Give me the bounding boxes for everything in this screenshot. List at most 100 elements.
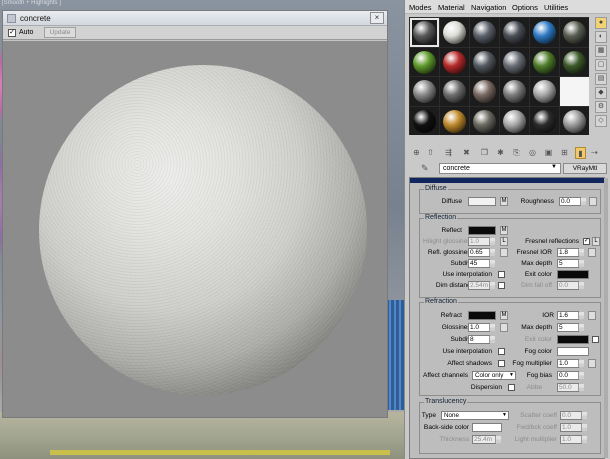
preview-render-area[interactable]: [3, 41, 387, 417]
chevron-down-icon[interactable]: ▼: [551, 164, 557, 170]
material-slot[interactable]: [440, 77, 469, 106]
refr-exit-color-swatch[interactable]: [557, 335, 589, 344]
fog-bias-spinner[interactable]: 0.0: [557, 371, 584, 380]
go-forward-to-sibling-icon[interactable]: ⇢: [589, 147, 600, 159]
put-to-library-icon[interactable]: ⎘: [511, 147, 522, 159]
refl-max-depth-spinner[interactable]: 5: [557, 259, 584, 268]
material-slot[interactable]: [560, 77, 589, 106]
material-slot[interactable]: [470, 18, 499, 47]
material-slot[interactable]: [410, 47, 439, 76]
menu-material[interactable]: Material: [438, 3, 465, 12]
show-end-result-icon[interactable]: ⊞: [559, 147, 570, 159]
material-slot[interactable]: [440, 47, 469, 76]
material-slot[interactable]: [500, 47, 529, 76]
abbe-spinner[interactable]: 50.0: [557, 383, 584, 392]
fresnel-lock-button[interactable]: L: [592, 237, 600, 246]
make-preview-icon[interactable]: ◆: [595, 87, 607, 99]
fresnel-reflections-checkbox[interactable]: ✓: [583, 238, 590, 245]
sample-type-icon[interactable]: ●: [595, 17, 607, 29]
parameters-scrollbar[interactable]: [604, 178, 608, 458]
translucency-type-dropdown[interactable]: None: [441, 411, 509, 420]
ior-spinner[interactable]: 1.6: [557, 311, 584, 320]
uv-tiling-icon[interactable]: ▢: [595, 59, 607, 71]
dim-distance-checkbox[interactable]: [498, 282, 505, 289]
diffuse-map-button[interactable]: M: [500, 197, 508, 206]
material-slot[interactable]: [530, 77, 559, 106]
options-icon[interactable]: ⚙: [595, 101, 607, 113]
refr-exit-color-checkbox[interactable]: [592, 336, 599, 343]
hilight-glossiness-spinner[interactable]: 1.0: [468, 237, 495, 246]
material-slot[interactable]: [530, 18, 559, 47]
menu-utilities[interactable]: Utilities: [544, 3, 568, 12]
dim-falloff-spinner[interactable]: 0.0: [557, 281, 584, 290]
fwd-bck-coeff-spinner[interactable]: 1.0: [560, 423, 587, 432]
update-button[interactable]: Update: [44, 27, 76, 38]
show-map-in-viewport-icon[interactable]: ▣: [543, 147, 554, 159]
pick-material-icon[interactable]: ✎: [421, 163, 429, 174]
material-slot[interactable]: [500, 106, 529, 135]
refract-map-button[interactable]: M: [500, 311, 508, 320]
material-slot[interactable]: [410, 77, 439, 106]
dim-distance-spinner[interactable]: 2.54m: [468, 281, 495, 290]
diffuse-color-swatch[interactable]: [468, 197, 496, 206]
material-slot[interactable]: [470, 77, 499, 106]
hilight-lock-button[interactable]: L: [500, 237, 508, 246]
reflect-map-button[interactable]: M: [500, 226, 508, 235]
material-slot[interactable]: [440, 106, 469, 135]
background-icon[interactable]: ▦: [595, 45, 607, 57]
ior-map-button[interactable]: [588, 311, 596, 320]
refl-glossiness-map-button[interactable]: [500, 248, 508, 257]
menu-options[interactable]: Options: [512, 3, 538, 12]
refl-subdivs-spinner[interactable]: 45: [468, 259, 495, 268]
refl-glossiness-spinner[interactable]: 0.65: [468, 248, 495, 257]
material-type-button[interactable]: VRayMtl: [563, 163, 607, 174]
material-slot[interactable]: [500, 77, 529, 106]
fresnel-ior-spinner[interactable]: 1.8: [557, 248, 584, 257]
menu-modes[interactable]: Modes: [409, 3, 432, 12]
refr-glossiness-map-button[interactable]: [500, 323, 508, 332]
fog-multiplier-spinner[interactable]: 1.0: [557, 359, 584, 368]
thickness-spinner[interactable]: 25.4m: [472, 435, 501, 444]
auto-checkbox[interactable]: ✓: [8, 29, 16, 37]
material-slot[interactable]: [530, 47, 559, 76]
refr-glossiness-spinner[interactable]: 1.0: [468, 323, 495, 332]
material-slot[interactable]: [560, 47, 589, 76]
affect-channels-dropdown[interactable]: Color only: [472, 371, 516, 380]
reflect-color-swatch[interactable]: [468, 226, 496, 235]
fresnel-ior-map-button[interactable]: [588, 248, 596, 257]
make-copy-icon[interactable]: ❐: [479, 147, 490, 159]
material-preview-window[interactable]: concrete × ✓ Auto Update: [2, 10, 388, 418]
scatter-coeff-spinner[interactable]: 0.0: [560, 411, 587, 420]
viewport-label[interactable]: [Smooth + Highlights ]: [2, 0, 61, 6]
material-slot[interactable]: [530, 106, 559, 135]
put-to-scene-icon[interactable]: ⇧: [425, 147, 436, 159]
back-side-color-swatch[interactable]: [472, 423, 502, 432]
light-multiplier-spinner[interactable]: 1.0: [560, 435, 587, 444]
roughness-map-button[interactable]: [589, 197, 597, 206]
select-by-material-icon[interactable]: ◇: [595, 115, 607, 127]
material-slot[interactable]: [560, 18, 589, 47]
refr-subdivs-spinner[interactable]: 8: [468, 335, 495, 344]
close-button[interactable]: ×: [370, 12, 384, 24]
material-slot[interactable]: [410, 18, 439, 47]
refl-use-interpolation-checkbox[interactable]: [498, 271, 505, 278]
video-color-check-icon[interactable]: ▤: [595, 73, 607, 85]
refl-exit-color-swatch[interactable]: [557, 270, 589, 279]
make-unique-icon[interactable]: ✱: [495, 147, 506, 159]
material-slot[interactable]: [410, 106, 439, 135]
assign-to-selection-icon[interactable]: ⇶: [443, 147, 454, 159]
affect-shadows-checkbox[interactable]: [498, 360, 505, 367]
material-slot[interactable]: [560, 106, 589, 135]
refr-use-interpolation-checkbox[interactable]: [498, 348, 505, 355]
menu-navigation[interactable]: Navigation: [471, 3, 506, 12]
reset-map-icon[interactable]: ✖: [461, 147, 472, 159]
material-slot[interactable]: [470, 47, 499, 76]
material-id-channel-icon[interactable]: ◎: [527, 147, 538, 159]
roughness-spinner[interactable]: 0.0: [559, 197, 586, 206]
fog-color-swatch[interactable]: [557, 347, 589, 356]
material-name-field[interactable]: concrete: [439, 163, 561, 174]
refract-color-swatch[interactable]: [468, 311, 496, 320]
preview-titlebar[interactable]: concrete ×: [3, 11, 387, 26]
fog-multiplier-map-button[interactable]: [588, 359, 596, 368]
dispersion-checkbox[interactable]: [508, 384, 515, 391]
